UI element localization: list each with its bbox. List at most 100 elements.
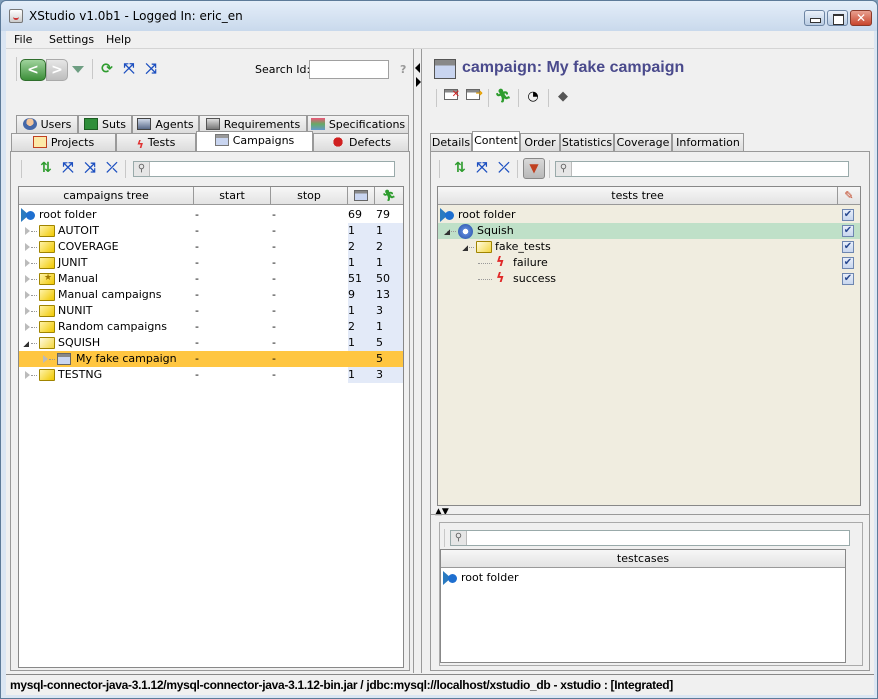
back-button[interactable]: < xyxy=(20,59,46,81)
minimize-button[interactable] xyxy=(804,10,825,26)
test-tree-row[interactable]: root folder ✔ xyxy=(438,207,860,223)
forward-button[interactable]: > xyxy=(46,59,68,81)
tree-connector xyxy=(478,279,492,280)
delete-campaign-icon[interactable]: ✕ xyxy=(442,89,460,105)
tab-statistics[interactable]: Statistics xyxy=(560,133,614,151)
tab-suts[interactable]: Suts xyxy=(78,115,132,133)
help-icon[interactable]: ? xyxy=(400,63,406,76)
campaign-tree-row[interactable]: My fake campaign - - 5 xyxy=(19,351,403,367)
tab-defects[interactable]: Defects xyxy=(313,133,409,151)
expand-all-icon[interactable]: ⤧ xyxy=(120,61,138,79)
expand-all-tree-icon[interactable]: ⤧ xyxy=(59,160,77,178)
campaign-tree-row[interactable]: TESTNG - - 1 3 xyxy=(19,367,403,383)
collapse-all-icon[interactable]: ⤨ xyxy=(142,61,160,79)
run-campaign-icon[interactable]: 🏃︎ xyxy=(494,89,512,105)
col-campaigns-tree[interactable]: campaigns tree xyxy=(19,187,194,205)
tab-tests[interactable]: ϟ Tests xyxy=(116,133,196,151)
maximize-button[interactable] xyxy=(827,10,848,26)
col-campaign-count[interactable] xyxy=(348,187,375,205)
tab-order[interactable]: Order xyxy=(520,133,560,151)
menu-help[interactable]: Help xyxy=(106,33,131,46)
campaign-tree-row[interactable]: ★ Manual - - 51 50 xyxy=(19,271,403,287)
refresh-tests-icon[interactable]: ⇅ xyxy=(451,160,469,178)
refresh-tree-icon[interactable]: ⇅ xyxy=(37,160,55,178)
folder-icon xyxy=(39,369,55,381)
campaign-tree-row[interactable]: root folder - - 69 79 xyxy=(19,207,403,223)
splitter-collapse-left-icon[interactable] xyxy=(415,63,420,73)
refresh-icon[interactable]: ⟳ xyxy=(98,61,116,79)
schedule-icon[interactable]: ◔ xyxy=(524,89,542,105)
menu-settings[interactable]: Settings xyxy=(49,33,94,46)
campaign-name: My fake campaign xyxy=(76,352,177,365)
collapse-toggle-icon[interactable] xyxy=(23,341,29,347)
tab-details[interactable]: Details xyxy=(430,133,472,151)
stop-cell: - xyxy=(272,240,276,253)
report-icon[interactable]: ◆ xyxy=(554,89,572,105)
tests-filter-input[interactable]: ⚲ xyxy=(555,161,849,177)
tab-coverage[interactable]: Coverage xyxy=(614,133,672,151)
campaign-tree-row[interactable]: AUTOIT - - 1 1 xyxy=(19,223,403,239)
campaign-tree-row[interactable]: JUNIT - - 1 1 xyxy=(19,255,403,271)
tree-connector xyxy=(31,263,37,264)
specifications-icon xyxy=(310,118,325,130)
expand-toggle-icon[interactable] xyxy=(25,307,30,315)
col-selection-icon[interactable]: ✎ xyxy=(838,187,860,205)
tree-connector xyxy=(31,231,37,232)
expand-toggle-icon[interactable] xyxy=(25,323,30,331)
expand-level-icon[interactable]: ⤨ xyxy=(81,160,99,178)
campaign-tree-row[interactable]: NUNIT - - 1 3 xyxy=(19,303,403,319)
testcases-filter-input[interactable]: ⚲ xyxy=(450,530,850,546)
expand-toggle-icon[interactable] xyxy=(25,259,30,267)
collapse-toggle-icon[interactable] xyxy=(444,229,450,235)
test-name: Squish xyxy=(477,224,514,237)
campaign-tree-row[interactable]: Random campaigns - - 2 1 xyxy=(19,319,403,335)
tab-users[interactable]: Users xyxy=(16,115,78,133)
col-start[interactable]: start xyxy=(194,187,271,205)
menu-file[interactable]: File xyxy=(14,33,32,46)
include-checkbox[interactable]: ✔ xyxy=(842,241,854,253)
expand-toggle-icon[interactable] xyxy=(25,243,30,251)
test-tree-row[interactable]: ϟ failure ✔ xyxy=(438,255,860,271)
col-run-count[interactable]: 🏃︎ xyxy=(375,187,403,205)
collapse-toggle-icon[interactable] xyxy=(462,245,468,251)
collapse-all-tree-icon[interactable]: ⤫ xyxy=(103,160,121,178)
col-testcases[interactable]: testcases xyxy=(441,550,845,568)
campaign-tree-row[interactable]: SQUISH - - 1 5 xyxy=(19,335,403,351)
tab-specifications[interactable]: Specifications xyxy=(307,115,409,133)
tree-connector xyxy=(469,247,474,248)
include-checkbox[interactable]: ✔ xyxy=(842,225,854,237)
col-tests-tree[interactable]: tests tree xyxy=(438,187,838,205)
tab-content[interactable]: Content xyxy=(472,131,520,151)
edit-campaign-icon[interactable]: ➜ xyxy=(464,89,483,105)
campaign-tree-row[interactable]: Manual campaigns - - 9 13 xyxy=(19,287,403,303)
tab-projects[interactable]: Projects xyxy=(11,133,116,151)
expand-toggle-icon[interactable] xyxy=(43,355,48,363)
collapse-all-tests-icon[interactable]: ⤫ xyxy=(495,160,513,178)
include-checkbox[interactable]: ✔ xyxy=(842,273,854,285)
tab-campaigns[interactable]: Campaigns xyxy=(196,131,313,151)
search-id-input[interactable] xyxy=(309,60,389,79)
include-checkbox[interactable]: ✔ xyxy=(842,209,854,221)
expand-toggle-icon[interactable] xyxy=(25,371,30,379)
campaigns-filter-input[interactable]: ⚲ xyxy=(133,161,395,177)
close-button[interactable] xyxy=(850,10,872,26)
expand-toggle-icon[interactable] xyxy=(25,227,30,235)
include-checkbox[interactable]: ✔ xyxy=(842,257,854,269)
main-splitter[interactable] xyxy=(414,49,421,673)
right-pane: campaign: My fake campaign ✕ ➜ 🏃︎ ◔ ◆ De… xyxy=(421,49,874,673)
tab-agents[interactable]: Agents xyxy=(132,115,199,133)
tree-connector xyxy=(31,343,37,344)
campaign-tree-row[interactable]: COVERAGE - - 2 2 xyxy=(19,239,403,255)
history-dropdown-icon[interactable] xyxy=(72,66,84,73)
tab-information[interactable]: Information xyxy=(672,133,744,151)
test-tree-row[interactable]: Squish ✔ xyxy=(438,223,860,239)
test-tree-row[interactable]: fake_tests ✔ xyxy=(438,239,860,255)
testcase-row[interactable]: root folder xyxy=(441,570,845,586)
expand-all-tests-icon[interactable]: ⤧ xyxy=(473,160,491,178)
col-stop[interactable]: stop xyxy=(271,187,348,205)
expand-toggle-icon[interactable] xyxy=(25,291,30,299)
vertical-splitter[interactable] xyxy=(431,514,869,515)
filter-selected-toggle-icon[interactable]: ▼ xyxy=(523,158,545,179)
test-tree-row[interactable]: ϟ success ✔ xyxy=(438,271,860,287)
expand-toggle-icon[interactable] xyxy=(25,275,30,283)
